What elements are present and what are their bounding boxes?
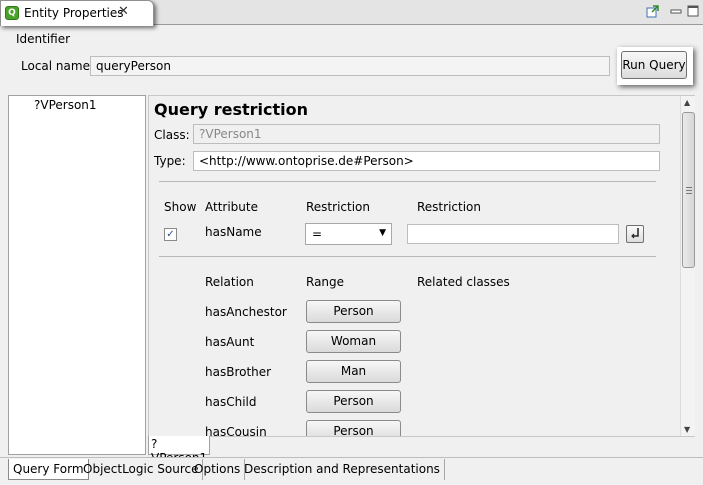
type-label: Type:	[154, 154, 186, 168]
restriction-operator-select[interactable]: = ▼	[305, 223, 392, 245]
range-button[interactable]: Person	[306, 390, 401, 413]
tree-item[interactable]: ?VPerson1	[34, 98, 97, 112]
tab-title: Entity Properties	[24, 6, 124, 20]
restriction-value-input[interactable]	[407, 224, 619, 244]
query-restriction-title: Query restriction	[154, 100, 309, 119]
relation-name: hasAunt	[205, 335, 255, 349]
tab-objectlogic-source[interactable]: ObjectLogic Source	[79, 459, 204, 480]
vertical-scrollbar[interactable]: ▲ ▼	[680, 96, 695, 436]
grip-icon	[686, 187, 692, 194]
header-show: Show	[164, 200, 197, 214]
range-button[interactable]: Person	[306, 300, 401, 323]
header-related-classes: Related classes	[417, 275, 510, 289]
chevron-down-icon: ▼	[379, 228, 386, 238]
header-relation: Relation	[205, 275, 254, 289]
tab-options[interactable]: Options	[190, 459, 246, 480]
range-button[interactable]: Person	[306, 420, 401, 436]
header-attribute: Attribute	[205, 200, 258, 214]
run-query-highlight: Run Query	[617, 47, 693, 85]
operator-value: =	[312, 227, 323, 241]
local-name-field[interactable]: queryPerson	[90, 56, 610, 76]
range-button[interactable]: Man	[306, 360, 401, 383]
identifier-section-label: Identifier	[16, 32, 71, 46]
maximize-icon[interactable]	[686, 4, 700, 18]
scroll-thumb[interactable]	[682, 112, 695, 268]
relation-name: hasCousin	[205, 425, 267, 437]
local-name-label: Local name:	[21, 59, 94, 73]
relation-name: hasAnchestor	[205, 305, 287, 319]
minimize-icon[interactable]	[669, 4, 683, 18]
query-form-panel: Query restriction Class: ?VPerson1 Type:…	[148, 95, 695, 437]
attribute-name: hasName	[205, 225, 262, 239]
separator	[159, 256, 656, 257]
app-icon: Q	[5, 6, 19, 20]
class-field: ?VPerson1	[193, 124, 660, 144]
type-field[interactable]: <http://www.ontoprise.de#Person>	[193, 151, 660, 171]
relation-name: hasChild	[205, 395, 257, 409]
scroll-down-icon[interactable]: ▼	[684, 425, 690, 434]
tab-description-representations[interactable]: Description and Representations	[240, 459, 445, 480]
separator	[159, 181, 656, 182]
header-restriction-operator: Restriction	[306, 200, 370, 214]
show-checkbox[interactable]: ✓	[164, 228, 177, 241]
enter-icon	[631, 228, 639, 239]
class-label: Class:	[154, 128, 190, 142]
scroll-up-icon[interactable]: ▲	[684, 98, 690, 107]
tab-query-form[interactable]: Query Form	[8, 459, 89, 480]
close-icon[interactable]: ✕	[118, 4, 129, 19]
tab-entity-properties[interactable]: Q Entity Properties ✕	[0, 0, 154, 26]
header-restriction-value: Restriction	[417, 200, 481, 214]
tab-variable-instance[interactable]: ?VPerson1	[148, 436, 210, 465]
header-range: Range	[306, 275, 345, 289]
run-query-button[interactable]: Run Query	[621, 51, 687, 79]
variable-tree[interactable]: ?VPerson1	[8, 95, 146, 455]
range-button[interactable]: Woman	[306, 330, 401, 353]
relation-name: hasBrother	[205, 365, 272, 379]
insert-value-button[interactable]	[626, 225, 644, 243]
new-window-icon[interactable]	[646, 4, 660, 18]
